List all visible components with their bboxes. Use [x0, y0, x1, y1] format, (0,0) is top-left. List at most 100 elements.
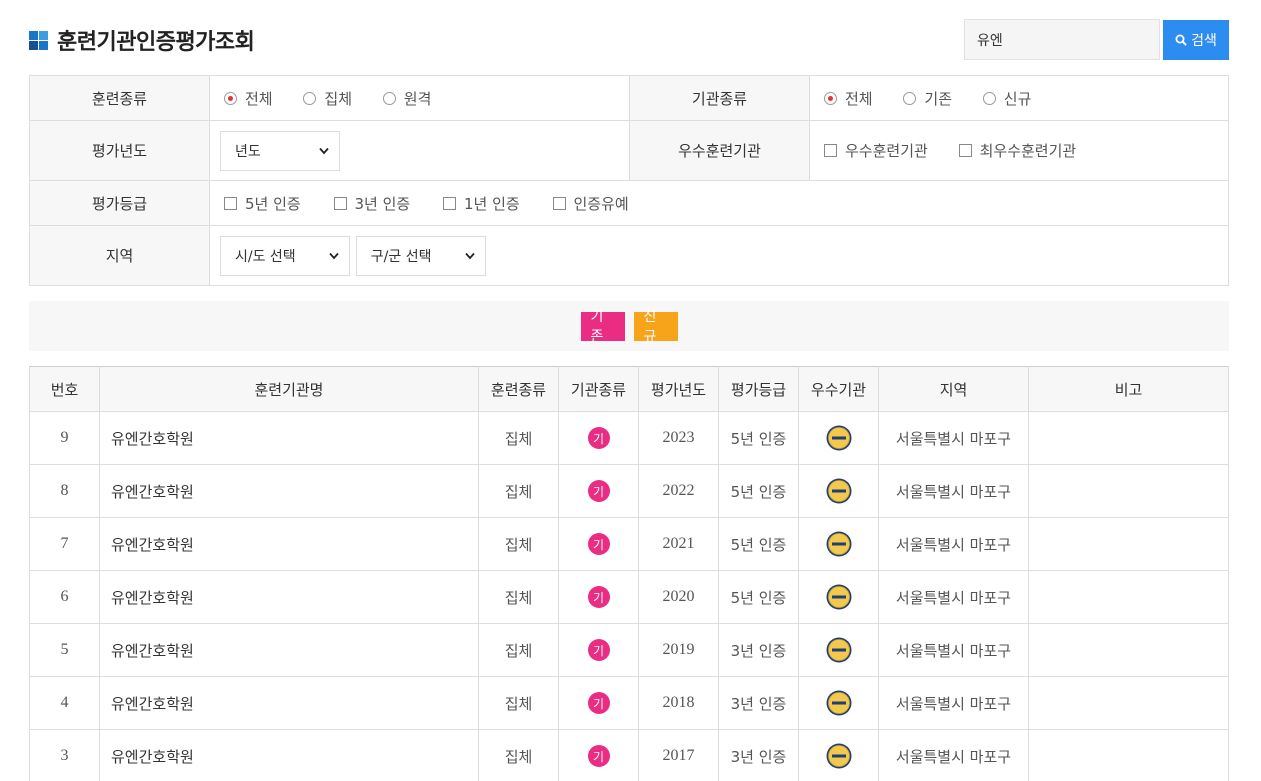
radio-label: 전체: [845, 89, 873, 108]
excellent-medal-icon: [826, 690, 851, 716]
existing-badge: 기: [587, 427, 610, 449]
eval-year-select[interactable]: 년도: [220, 130, 340, 171]
checkbox-icon: [224, 196, 237, 210]
checkbox-icon: [958, 144, 972, 157]
grade-options: 5년 인증 3년 인증 1년 인증 인증유예: [209, 180, 1229, 226]
filter-label-institution-type: 기관종류: [629, 75, 810, 121]
checkbox-label: 5년 인증: [245, 194, 301, 213]
radio-label: 기존: [924, 89, 952, 108]
sido-select[interactable]: 시/도 선택: [220, 235, 350, 276]
existing-badge: 기: [587, 692, 610, 714]
search-icon: [1175, 34, 1187, 46]
results-table: 번호 훈련기관명 훈련종류 기관종류 평가년도 평가등급 우수기관 지역 비고 …: [29, 366, 1229, 781]
radio-inst-existing[interactable]: 기존: [903, 88, 952, 109]
cell-name[interactable]: 유엔간호학원: [99, 517, 479, 571]
cell-grade: 3년 인증: [718, 676, 799, 730]
cell-excellent: [798, 676, 879, 730]
radio-label: 신규: [1003, 89, 1032, 108]
cell-year: 2022: [638, 464, 719, 518]
radio-training-group[interactable]: 집체: [303, 88, 352, 109]
cell-note: [1028, 517, 1229, 571]
checkbox-grade-3[interactable]: 3년 인증: [333, 193, 411, 214]
checkbox-excellent[interactable]: 우수훈련기관: [824, 140, 928, 161]
table-row[interactable]: 3 유엔간호학원 집체 기 2017 3년 인증 서울특별시 마포구: [29, 729, 1229, 781]
checkbox-best[interactable]: 최우수훈련기관: [958, 140, 1077, 161]
filter-label-excellent: 우수훈련기관: [629, 120, 810, 181]
checkbox-label: 1년 인증: [464, 194, 520, 213]
checkbox-icon: [552, 196, 566, 210]
cell-year: 2018: [638, 676, 719, 730]
cell-name[interactable]: 유엔간호학원: [99, 464, 479, 518]
filter-label-grade: 평가등급: [29, 180, 210, 226]
filter-label-eval-year: 평가년도: [29, 120, 210, 181]
radio-training-remote[interactable]: 원격: [382, 88, 431, 109]
cell-grade: 3년 인증: [718, 729, 799, 781]
table-row[interactable]: 4 유엔간호학원 집체 기 2018 3년 인증 서울특별시 마포구: [29, 676, 1229, 730]
radio-inst-new[interactable]: 신규: [982, 88, 1032, 109]
cell-type: 집체: [478, 676, 559, 730]
page-title: 훈련기관인증평가조회: [57, 30, 255, 55]
cell-excellent: [798, 411, 879, 465]
cell-region: 서울특별시 마포구: [878, 729, 1029, 781]
table-row[interactable]: 5 유엔간호학원 집체 기 2019 3년 인증 서울특별시 마포구: [29, 623, 1229, 677]
cell-no: 4: [29, 676, 100, 730]
cell-no: 5: [29, 623, 100, 677]
cell-region: 서울특별시 마포구: [878, 517, 1029, 571]
cell-year: 2021: [638, 517, 719, 571]
cell-region: 서울특별시 마포구: [878, 623, 1029, 677]
search-input[interactable]: [964, 19, 1160, 60]
checkbox-grade-5[interactable]: 5년 인증: [224, 193, 301, 214]
checkbox-label: 최우수훈련기관: [979, 142, 1077, 160]
cell-grade: 3년 인증: [718, 623, 799, 677]
col-header: 평가등급: [718, 366, 799, 412]
col-header: 비고: [1028, 366, 1229, 412]
cell-excellent: [798, 623, 879, 677]
gugun-select[interactable]: 구/군 선택: [355, 235, 486, 276]
training-type-options: 전체 집체 원격: [209, 75, 630, 121]
cell-name[interactable]: 유엔간호학원: [99, 676, 479, 730]
search-button[interactable]: 검색: [1163, 20, 1229, 60]
cell-inst: 기: [558, 729, 639, 781]
radio-icon: [903, 91, 917, 105]
table-row[interactable]: 9 유엔간호학원 집체 기 2023 5년 인증 서울특별시 마포구: [29, 411, 1229, 465]
radio-icon: [382, 91, 396, 105]
excellent-options: 우수훈련기관 최우수훈련기관: [809, 120, 1229, 181]
title-grid-icon: [29, 30, 48, 50]
checkbox-label: 3년 인증: [354, 194, 411, 213]
cell-name[interactable]: 유엔간호학원: [99, 729, 479, 781]
col-header: 기관종류: [558, 366, 639, 412]
cell-inst: 기: [558, 517, 639, 571]
cell-inst: 기: [558, 623, 639, 677]
col-header: 평가년도: [638, 366, 719, 412]
select-value: 년도: [235, 143, 261, 160]
cell-excellent: [798, 570, 879, 624]
existing-badge: 기: [587, 586, 610, 608]
excellent-medal-icon: [826, 425, 851, 451]
cell-name[interactable]: 유엔간호학원: [99, 411, 479, 465]
table-row[interactable]: 7 유엔간호학원 집체 기 2021 5년 인증 서울특별시 마포구: [29, 517, 1229, 571]
cell-name[interactable]: 유엔간호학원: [99, 570, 479, 624]
table-row[interactable]: 8 유엔간호학원 집체 기 2022 5년 인증 서울특별시 마포구: [29, 464, 1229, 518]
cell-no: 3: [29, 729, 100, 781]
col-header: 번호: [29, 366, 100, 412]
excellent-medal-icon: [826, 584, 851, 610]
checkbox-grade-deferred[interactable]: 인증유예: [552, 193, 629, 214]
checkbox-grade-1[interactable]: 1년 인증: [443, 193, 520, 214]
existing-badge: 기: [587, 745, 610, 767]
col-header: 훈련기관명: [99, 366, 479, 412]
cell-type: 집체: [478, 623, 559, 677]
radio-selected-icon: [824, 91, 837, 105]
cell-year: 2020: [638, 570, 719, 624]
col-header: 훈련종류: [478, 366, 559, 412]
cell-name[interactable]: 유엔간호학원: [99, 623, 479, 677]
cell-note: [1028, 464, 1229, 518]
radio-label: 전체: [245, 89, 273, 108]
cell-type: 집체: [478, 464, 559, 518]
radio-training-all[interactable]: 전체: [224, 88, 273, 109]
checkbox-icon: [333, 196, 347, 210]
table-row[interactable]: 6 유엔간호학원 집체 기 2020 5년 인증 서울특별시 마포구: [29, 570, 1229, 624]
checkbox-icon: [443, 196, 456, 210]
cell-note: [1028, 570, 1229, 624]
cell-year: 2019: [638, 623, 719, 677]
radio-inst-all[interactable]: 전체: [824, 88, 873, 109]
